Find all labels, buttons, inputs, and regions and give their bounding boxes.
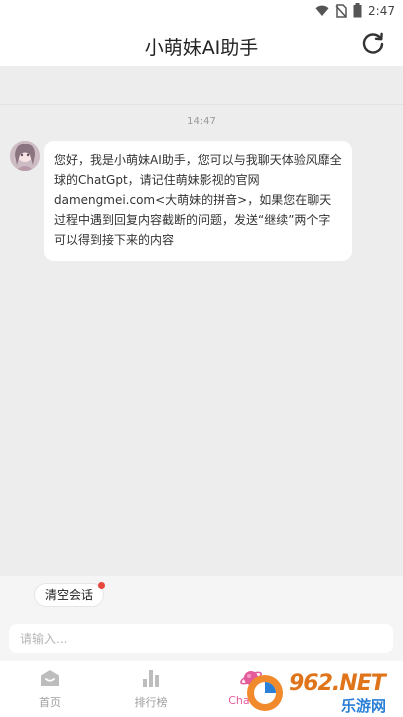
chat-area[interactable]: 14:47 您好，我是小萌妹AI助手，您可以与我聊天体验风靡全球的ChatGpt… (0, 66, 403, 576)
bot-message-bubble: 您好，我是小萌妹AI助手，您可以与我聊天体验风靡全球的ChatGpt，请记住萌妹… (44, 141, 352, 261)
status-bar: 2:47 (0, 0, 403, 24)
notification-dot (98, 582, 106, 589)
wifi-icon (315, 5, 329, 16)
refresh-icon (362, 32, 384, 54)
bot-avatar (10, 141, 40, 171)
site-watermark: 962.NET 乐游网 (243, 669, 403, 717)
tab-ranking[interactable]: 排行榜 (121, 666, 181, 714)
tab-ranking-label: 排行榜 (134, 696, 168, 709)
watermark-subtext: 乐游网 (341, 697, 387, 715)
refresh-button[interactable] (359, 29, 387, 57)
watermark-text: 962.NET (289, 671, 386, 696)
battery-icon (353, 3, 362, 18)
bar-chart-icon (143, 670, 159, 687)
divider (0, 104, 403, 105)
clear-session-button[interactable]: 清空会话 (34, 582, 106, 607)
clear-session-bar: 清空会话 (0, 576, 403, 616)
watermark-logo-icon (247, 675, 283, 711)
app-header: 小萌妹AI助手 (0, 24, 403, 66)
tab-home[interactable]: 首页 (20, 666, 80, 714)
status-icons: 2:47 (315, 3, 395, 18)
status-time: 2:47 (368, 3, 395, 18)
message-timestamp: 14:47 (187, 116, 216, 127)
input-bar (0, 616, 403, 661)
page-title: 小萌妹AI助手 (144, 37, 259, 59)
avatar-image (10, 141, 40, 171)
home-icon (41, 670, 59, 686)
message-input[interactable] (9, 624, 393, 653)
tab-home-label: 首页 (39, 696, 61, 709)
no-sim-icon (335, 3, 347, 18)
clear-session-label: 清空会话 (45, 588, 94, 602)
